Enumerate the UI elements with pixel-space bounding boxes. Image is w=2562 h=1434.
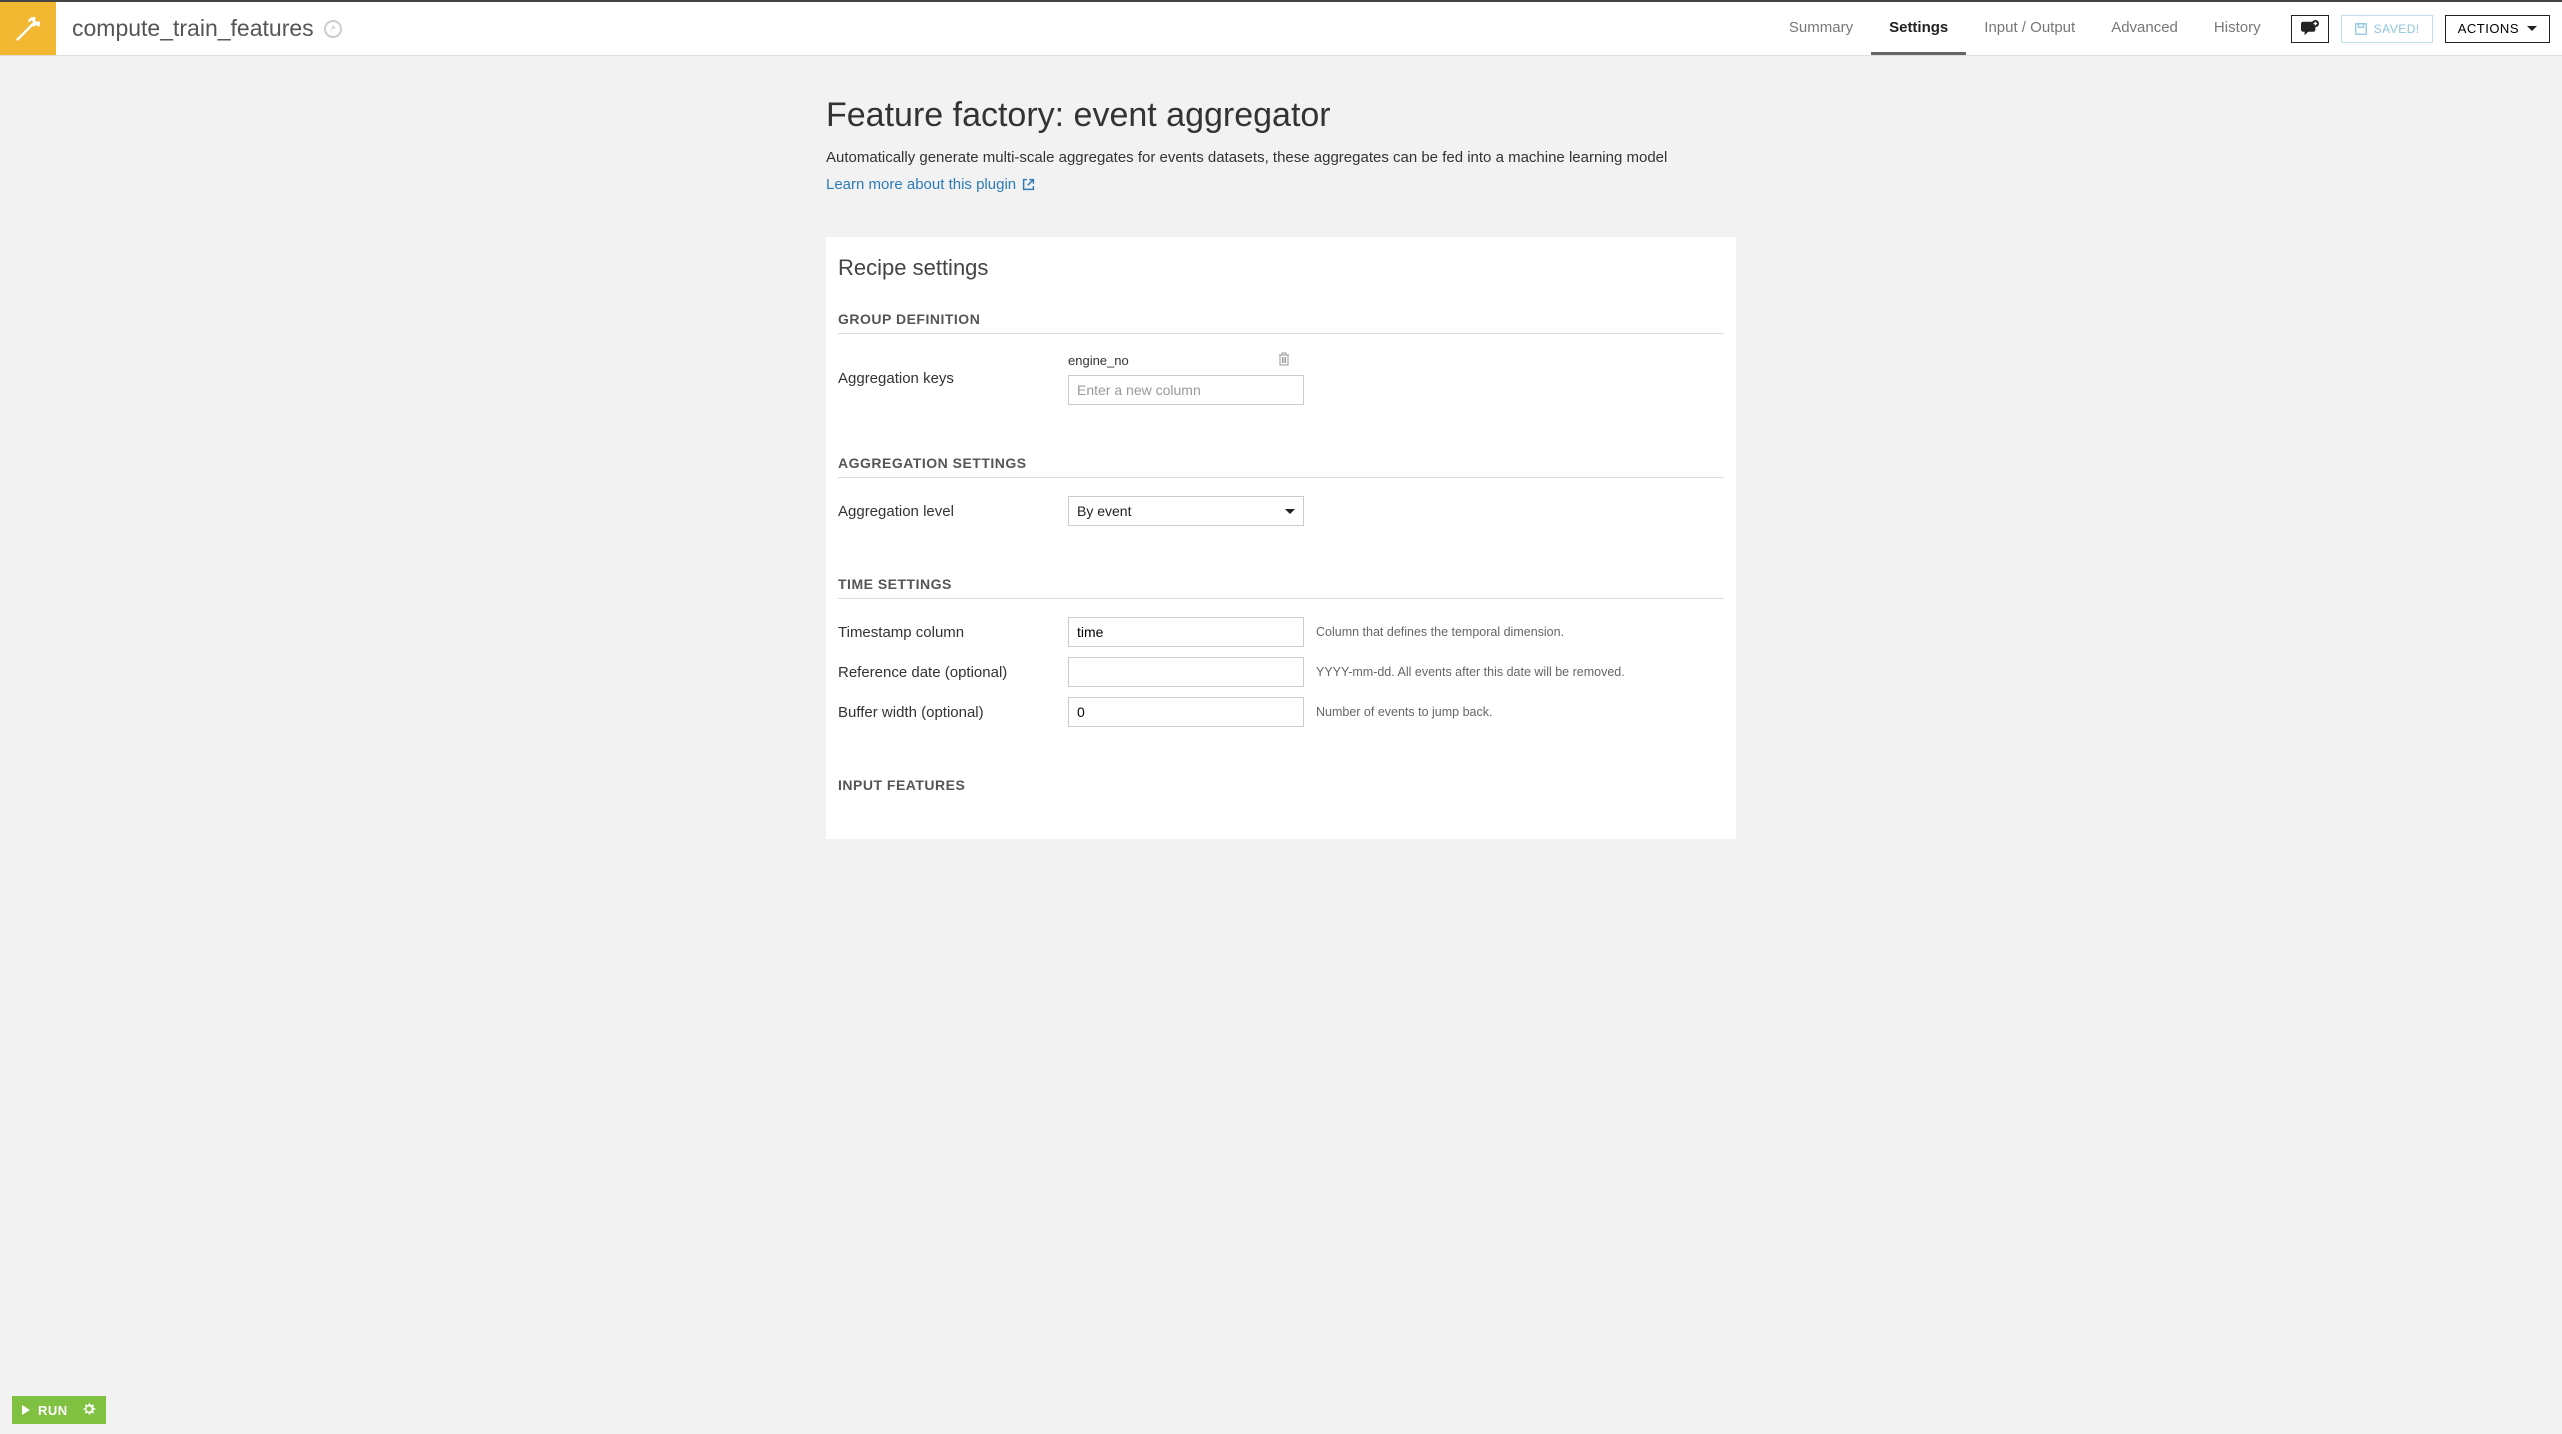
buffer-width-input[interactable] <box>1068 697 1304 727</box>
buffer-hint: Number of events to jump back. <box>1304 705 1724 719</box>
page-title: Feature factory: event aggregator <box>826 96 1736 135</box>
learn-more-link[interactable]: Learn more about this plugin <box>826 176 1035 193</box>
aggregation-keys-label: Aggregation keys <box>838 370 1068 387</box>
actions-button[interactable]: ACTIONS <box>2445 15 2550 43</box>
timestamp-column-label: Timestamp column <box>838 624 1068 641</box>
learn-more-text: Learn more about this plugin <box>826 176 1016 193</box>
reference-date-label: Reference date (optional) <box>838 664 1068 681</box>
recipe-name-text: compute_train_features <box>72 15 314 42</box>
tab-input-output[interactable]: Input / Output <box>1966 2 2093 55</box>
settings-panel: Recipe settings GROUP DEFINITION Aggrega… <box>826 237 1736 839</box>
timestamp-hint: Column that defines the temporal dimensi… <box>1304 625 1724 639</box>
actions-label: ACTIONS <box>2458 21 2519 36</box>
chevron-down-icon <box>2527 26 2537 31</box>
recipe-title: compute_train_features <box>56 2 358 55</box>
run-label: RUN <box>38 1403 68 1418</box>
new-column-input[interactable] <box>1068 375 1304 405</box>
content-scroll[interactable]: Feature factory: event aggregator Automa… <box>0 56 2562 1394</box>
aggregation-key-value: engine_no <box>1068 353 1129 368</box>
timestamp-column-input[interactable] <box>1068 617 1304 647</box>
tabs: Summary Settings Input / Output Advanced… <box>1771 2 2279 55</box>
footer: RUN <box>12 1396 106 1424</box>
aggregation-level-label: Aggregation level <box>838 503 1068 520</box>
saved-label: SAVED! <box>2374 22 2420 36</box>
aggregation-key-item: engine_no <box>1068 352 1290 369</box>
discussion-button[interactable] <box>2291 15 2329 43</box>
recipe-type-icon <box>0 2 56 55</box>
header: compute_train_features Summary Settings … <box>0 2 2562 56</box>
navigate-icon[interactable] <box>324 20 342 38</box>
panel-title: Recipe settings <box>838 255 1724 281</box>
section-time-settings: TIME SETTINGS <box>838 576 1724 599</box>
aggregation-level-value: By event <box>1077 503 1131 519</box>
section-group-definition: GROUP DEFINITION <box>838 311 1724 334</box>
reference-date-input[interactable] <box>1068 657 1304 687</box>
aggregation-level-select[interactable]: By event <box>1068 496 1304 526</box>
gear-icon <box>82 1402 96 1419</box>
reference-hint: YYYY-mm-dd. All events after this date w… <box>1304 665 1724 679</box>
trash-icon[interactable] <box>1278 352 1290 369</box>
section-aggregation-settings: AGGREGATION SETTINGS <box>838 455 1724 478</box>
run-button[interactable]: RUN <box>12 1396 106 1424</box>
header-actions: SAVED! ACTIONS <box>2279 2 2562 55</box>
saved-button: SAVED! <box>2341 15 2433 43</box>
tab-advanced[interactable]: Advanced <box>2093 2 2196 55</box>
tab-history[interactable]: History <box>2196 2 2279 55</box>
tab-settings[interactable]: Settings <box>1871 2 1966 55</box>
page-description: Automatically generate multi-scale aggre… <box>826 149 1736 166</box>
external-link-icon <box>1022 178 1035 191</box>
tab-summary[interactable]: Summary <box>1771 2 1871 55</box>
play-icon <box>22 1405 30 1415</box>
section-input-features: INPUT FEATURES <box>838 777 1724 799</box>
chevron-down-icon <box>1285 509 1295 514</box>
buffer-width-label: Buffer width (optional) <box>838 704 1068 721</box>
